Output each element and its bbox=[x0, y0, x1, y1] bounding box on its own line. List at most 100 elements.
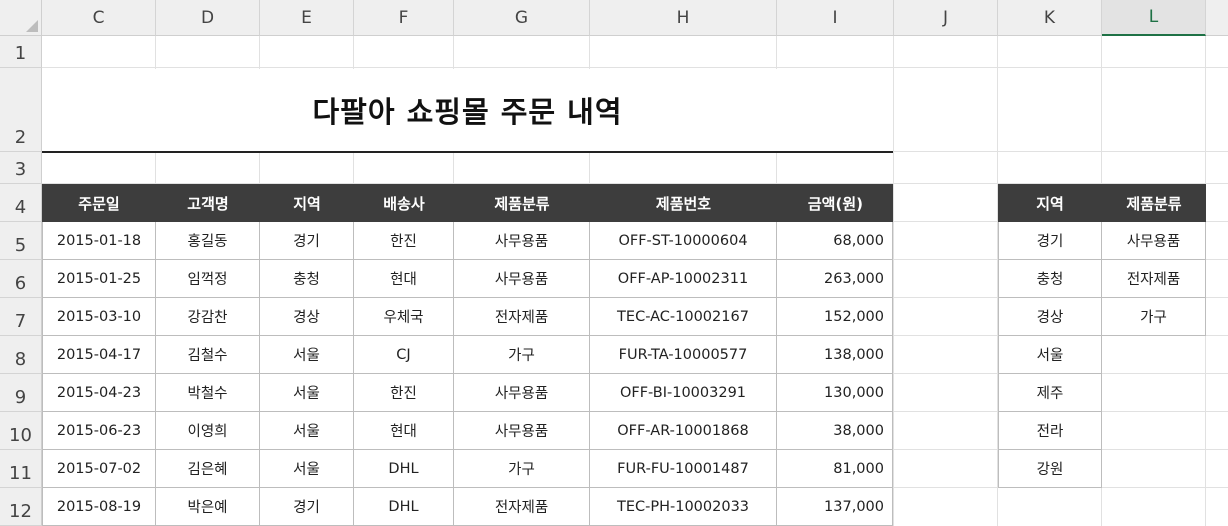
cell-region[interactable]: 경기 bbox=[260, 488, 354, 526]
title-underline bbox=[42, 151, 893, 153]
side-cell-region[interactable]: 서울 bbox=[998, 336, 1102, 374]
cell-product-id[interactable]: OFF-AR-10001868 bbox=[590, 412, 777, 450]
cell-product-id[interactable]: FUR-TA-10000577 bbox=[590, 336, 777, 374]
cell-customer[interactable]: 강감찬 bbox=[156, 298, 260, 336]
row-header-3[interactable]: 3 bbox=[0, 152, 42, 184]
column-header-c[interactable]: C bbox=[42, 0, 156, 36]
cell-order-date[interactable]: 2015-03-10 bbox=[42, 298, 156, 336]
cell-amount[interactable]: 263,000 bbox=[777, 260, 893, 298]
column-header-g[interactable]: G bbox=[454, 0, 590, 36]
row-header-10[interactable]: 10 bbox=[0, 412, 42, 450]
cell-product-id[interactable]: OFF-BI-10003291 bbox=[590, 374, 777, 412]
column-header-d[interactable]: D bbox=[156, 0, 260, 36]
cell-category[interactable]: 사무용품 bbox=[454, 222, 590, 260]
cell-region[interactable]: 서울 bbox=[260, 412, 354, 450]
side-header-category: 제품분류 bbox=[1126, 194, 1182, 213]
cell-region[interactable]: 충청 bbox=[260, 260, 354, 298]
column-header-l[interactable]: L bbox=[1102, 0, 1206, 36]
column-header-e[interactable]: E bbox=[260, 0, 354, 36]
cell-category[interactable]: 전자제품 bbox=[454, 488, 590, 526]
side-cell-region[interactable]: 충청 bbox=[998, 260, 1102, 298]
cell-amount[interactable]: 81,000 bbox=[777, 450, 893, 488]
row-header-11[interactable]: 11 bbox=[0, 450, 42, 488]
row-header-1[interactable]: 1 bbox=[0, 36, 42, 68]
row-header-8[interactable]: 8 bbox=[0, 336, 42, 374]
side-cell-category[interactable]: 사무용품 bbox=[1102, 222, 1206, 260]
row-header-12[interactable]: 12 bbox=[0, 488, 42, 526]
side-cell-region[interactable]: 전라 bbox=[998, 412, 1102, 450]
cell-category[interactable]: 가구 bbox=[454, 450, 590, 488]
cell-carrier[interactable]: DHL bbox=[354, 450, 454, 488]
cell-carrier[interactable]: 한진 bbox=[354, 222, 454, 260]
cell-region[interactable]: 경상 bbox=[260, 298, 354, 336]
cell-product-id[interactable]: OFF-AP-10002311 bbox=[590, 260, 777, 298]
cell-region[interactable]: 서울 bbox=[260, 374, 354, 412]
cell-category[interactable]: 사무용품 bbox=[454, 412, 590, 450]
cell-category[interactable]: 전자제품 bbox=[454, 298, 590, 336]
cell-customer[interactable]: 김은혜 bbox=[156, 450, 260, 488]
cell-amount[interactable]: 38,000 bbox=[777, 412, 893, 450]
cell-customer[interactable]: 이영희 bbox=[156, 412, 260, 450]
side-cell-region[interactable]: 경기 bbox=[998, 222, 1102, 260]
cell-amount[interactable]: 130,000 bbox=[777, 374, 893, 412]
cell-product-id[interactable]: OFF-ST-10000604 bbox=[590, 222, 777, 260]
side-header-region: 지역 bbox=[1036, 194, 1064, 213]
cell-order-date[interactable]: 2015-04-17 bbox=[42, 336, 156, 374]
cell-carrier[interactable]: CJ bbox=[354, 336, 454, 374]
cell-order-date[interactable]: 2015-04-23 bbox=[42, 374, 156, 412]
select-all-corner[interactable] bbox=[0, 0, 42, 36]
cell-customer[interactable]: 임꺽정 bbox=[156, 260, 260, 298]
row-header-2[interactable]: 2 bbox=[0, 68, 42, 152]
cell-customer[interactable]: 홍길동 bbox=[156, 222, 260, 260]
side-cell-category[interactable]: 가구 bbox=[1102, 298, 1206, 336]
side-cell-region[interactable]: 제주 bbox=[998, 374, 1102, 412]
column-header-h[interactable]: H bbox=[590, 0, 777, 36]
cell-amount[interactable]: 68,000 bbox=[777, 222, 893, 260]
cell-product-id[interactable]: FUR-FU-10001487 bbox=[590, 450, 777, 488]
side-cell-category[interactable]: 전자제품 bbox=[1102, 260, 1206, 298]
cell-carrier[interactable]: 현대 bbox=[354, 260, 454, 298]
cell-order-date[interactable]: 2015-06-23 bbox=[42, 412, 156, 450]
row-header-4[interactable]: 4 bbox=[0, 184, 42, 222]
column-header-k[interactable]: K bbox=[998, 0, 1102, 36]
column-header-j[interactable]: J bbox=[894, 0, 998, 36]
cell-carrier[interactable]: 한진 bbox=[354, 374, 454, 412]
cell-order-date[interactable]: 2015-07-02 bbox=[42, 450, 156, 488]
cell-order-date[interactable]: 2015-01-18 bbox=[42, 222, 156, 260]
side-cell-region[interactable]: 강원 bbox=[998, 450, 1102, 488]
cell-region[interactable]: 서울 bbox=[260, 336, 354, 374]
cell-carrier[interactable]: 현대 bbox=[354, 412, 454, 450]
select-all-triangle-icon bbox=[26, 20, 38, 32]
cell-amount[interactable]: 138,000 bbox=[777, 336, 893, 374]
row-header-7[interactable]: 7 bbox=[0, 298, 42, 336]
header-carrier: 배송사 bbox=[383, 194, 425, 213]
cell-category[interactable]: 사무용품 bbox=[454, 374, 590, 412]
header-order-date: 주문일 bbox=[78, 194, 120, 213]
cell-product-id[interactable]: TEC-AC-10002167 bbox=[590, 298, 777, 336]
cell-product-id[interactable]: TEC-PH-10002033 bbox=[590, 488, 777, 526]
cell-customer[interactable]: 박은예 bbox=[156, 488, 260, 526]
cell-customer[interactable]: 박철수 bbox=[156, 374, 260, 412]
cell-category[interactable]: 사무용품 bbox=[454, 260, 590, 298]
column-header-f[interactable]: F bbox=[354, 0, 454, 36]
side-cell-region[interactable]: 경상 bbox=[998, 298, 1102, 336]
cell-category[interactable]: 가구 bbox=[454, 336, 590, 374]
page-title: 다팔아 쇼핑몰 주문 내역 bbox=[312, 95, 623, 129]
cell-customer[interactable]: 김철수 bbox=[156, 336, 260, 374]
cell-amount[interactable]: 152,000 bbox=[777, 298, 893, 336]
spreadsheet: C D E F G H I J K L 1 2 3 4 5 6 7 8 9 10… bbox=[0, 0, 1228, 526]
cell-region[interactable]: 서울 bbox=[260, 450, 354, 488]
row-header-9[interactable]: 9 bbox=[0, 374, 42, 412]
row-header-6[interactable]: 6 bbox=[0, 260, 42, 298]
cell-carrier[interactable]: 우체국 bbox=[354, 298, 454, 336]
header-category: 제품분류 bbox=[494, 194, 550, 213]
cell-carrier[interactable]: DHL bbox=[354, 488, 454, 526]
cell-amount[interactable]: 137,000 bbox=[777, 488, 893, 526]
cell-region[interactable]: 경기 bbox=[260, 222, 354, 260]
column-header-i[interactable]: I bbox=[777, 0, 894, 36]
cell-order-date[interactable]: 2015-01-25 bbox=[42, 260, 156, 298]
row-header-5[interactable]: 5 bbox=[0, 222, 42, 260]
column-header-overflow[interactable] bbox=[1206, 0, 1228, 36]
header-region: 지역 bbox=[293, 194, 321, 213]
cell-order-date[interactable]: 2015-08-19 bbox=[42, 488, 156, 526]
